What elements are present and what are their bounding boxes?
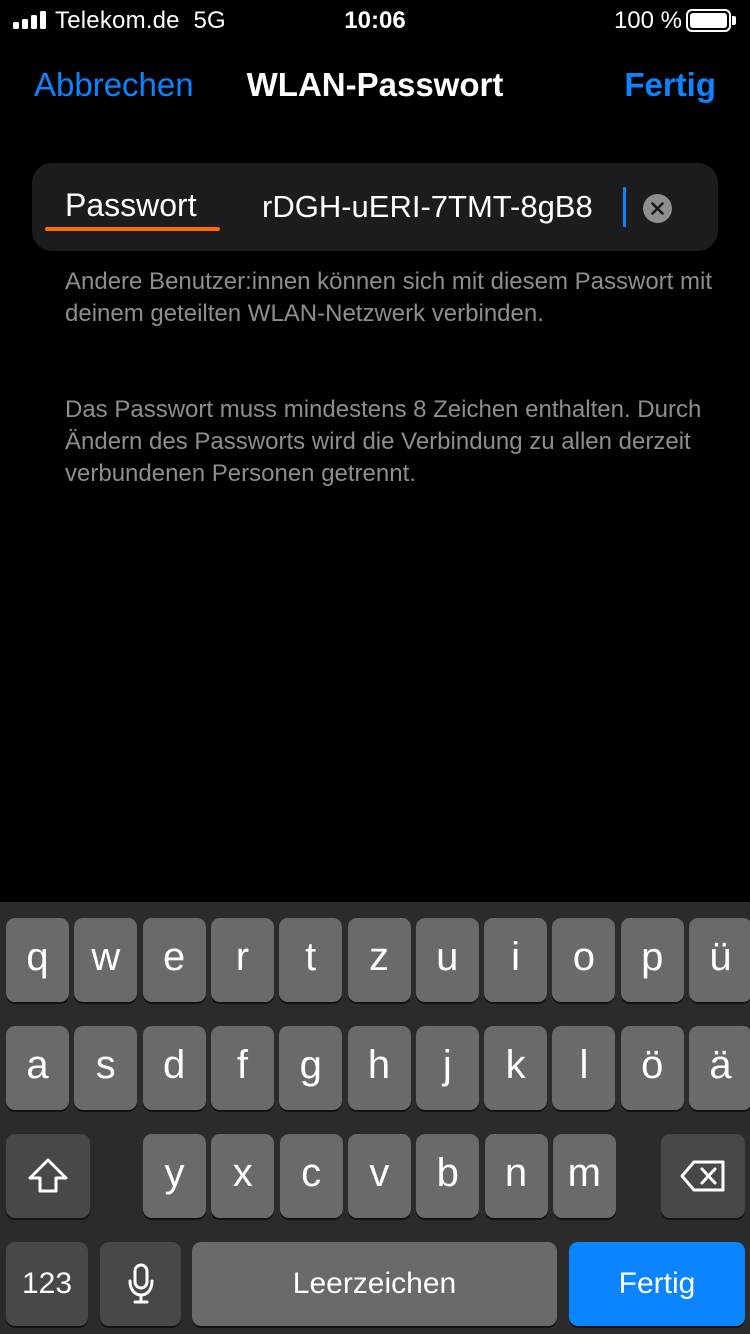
key-ü[interactable]: ü (689, 918, 750, 1002)
label-highlight-underline (45, 227, 220, 231)
backspace-icon (680, 1160, 725, 1192)
key-s[interactable]: s (74, 1026, 138, 1110)
password-field-card: Passwort (32, 163, 718, 251)
battery-percent: 100 % (613, 7, 682, 34)
key-b[interactable]: b (416, 1134, 480, 1218)
key-a[interactable]: a (6, 1026, 69, 1110)
key-u[interactable]: u (415, 918, 479, 1002)
key-h[interactable]: h (347, 1026, 411, 1110)
key-t[interactable]: t (279, 918, 343, 1002)
space-key[interactable]: Leerzeichen (192, 1242, 557, 1326)
key-e[interactable]: e (142, 918, 206, 1002)
key-o[interactable]: o (552, 918, 616, 1002)
microphone-icon (128, 1263, 153, 1304)
key-g[interactable]: g (279, 1026, 343, 1110)
clear-text-button[interactable] (643, 194, 672, 223)
text-cursor (623, 187, 626, 227)
sharing-info-text: Andere Benutzer:innen können sich mit di… (65, 268, 712, 327)
status-bar: Telekom.de 5G 10:06 100 % (0, 0, 750, 42)
navigation-bar: Abbrechen WLAN-Passwort Fertig (0, 50, 750, 120)
key-ä[interactable]: ä (689, 1026, 750, 1110)
key-l[interactable]: l (552, 1026, 616, 1110)
keyboard: qwertzuiopü asdfghjklöä yxcvbnm 123 Leer… (0, 902, 750, 1334)
key-m[interactable]: m (552, 1134, 616, 1218)
return-done-key[interactable]: Fertig (569, 1242, 745, 1326)
key-w[interactable]: w (74, 918, 138, 1002)
key-k[interactable]: k (484, 1026, 548, 1110)
dictation-key[interactable] (100, 1242, 181, 1326)
key-p[interactable]: p (620, 918, 684, 1002)
done-button[interactable]: Fertig (624, 66, 716, 104)
key-z[interactable]: z (347, 918, 411, 1002)
key-n[interactable]: n (484, 1134, 548, 1218)
key-q[interactable]: q (6, 918, 69, 1002)
key-j[interactable]: j (415, 1026, 479, 1110)
password-input[interactable] (262, 185, 622, 229)
key-v[interactable]: v (347, 1134, 411, 1218)
password-requirement-text: Das Passwort muss mindestens 8 Zeichen e… (65, 396, 702, 487)
shift-arrow-icon (28, 1158, 68, 1193)
shift-key[interactable] (6, 1134, 90, 1218)
numbers-key[interactable]: 123 (6, 1242, 88, 1326)
key-ö[interactable]: ö (620, 1026, 684, 1110)
key-i[interactable]: i (484, 918, 548, 1002)
password-label: Passwort (65, 187, 197, 223)
key-y[interactable]: y (143, 1134, 206, 1218)
key-r[interactable]: r (210, 918, 274, 1002)
clear-x-icon (651, 202, 664, 215)
battery-icon (686, 9, 736, 32)
key-c[interactable]: c (279, 1134, 343, 1218)
key-f[interactable]: f (210, 1026, 274, 1110)
key-x[interactable]: x (211, 1134, 275, 1218)
key-d[interactable]: d (142, 1026, 206, 1110)
delete-key[interactable] (661, 1134, 745, 1218)
